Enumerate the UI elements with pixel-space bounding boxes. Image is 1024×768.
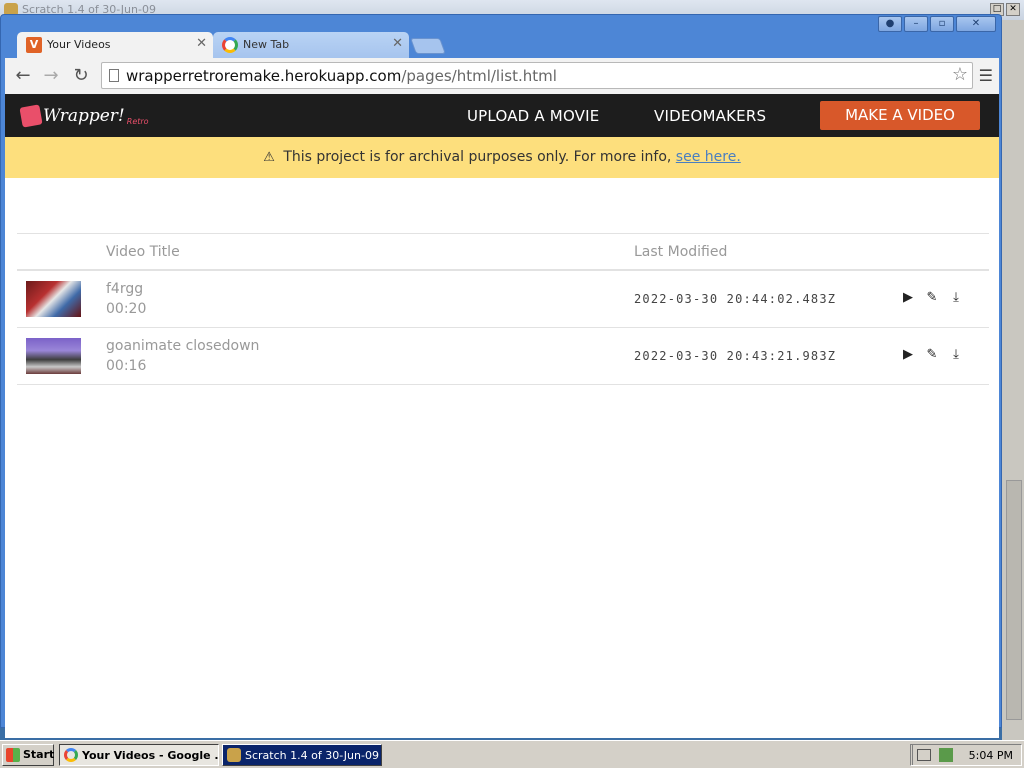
keyboard-icon[interactable] xyxy=(917,749,931,761)
tab-label: Your Videos xyxy=(47,38,111,51)
row-actions: ▶ ✎ ⤓ xyxy=(900,290,964,305)
close-button[interactable]: ✕ xyxy=(956,16,996,32)
background-window-body xyxy=(1002,20,1024,740)
windows-flag-icon xyxy=(6,748,20,762)
start-button[interactable]: Start xyxy=(2,744,54,766)
site-navbar: Wrapper! Retro UPLOAD A MOVIE VIDEOMAKER… xyxy=(5,94,999,137)
background-scrollbar[interactable] xyxy=(1006,480,1022,720)
tab-strip: V Your Videos ✕ New Tab ✕ xyxy=(9,32,989,58)
taskbar-item-scratch[interactable]: Scratch 1.4 of 30-Jun-09 xyxy=(222,744,382,766)
clock[interactable]: 5:04 PM xyxy=(969,749,1013,762)
bookmark-star-icon[interactable]: ☆ xyxy=(952,64,968,85)
browser-window: ● – ▫ ✕ V Your Videos ✕ New Tab ✕ ← → ↻ … xyxy=(0,14,1002,738)
network-icon[interactable] xyxy=(939,748,953,762)
edit-pencil-icon[interactable]: ✎ xyxy=(924,290,940,305)
video-duration: 00:16 xyxy=(106,358,147,374)
play-icon[interactable]: ▶ xyxy=(900,290,916,305)
back-arrow-icon[interactable]: ← xyxy=(11,64,35,88)
nav-upload-movie[interactable]: UPLOAD A MOVIE xyxy=(467,107,599,125)
start-label: Start xyxy=(23,748,55,761)
taskbar-item-label: Scratch 1.4 of 30-Jun-09 xyxy=(245,749,379,762)
download-icon[interactable]: ⤓ xyxy=(948,347,964,362)
row-actions: ▶ ✎ ⤓ xyxy=(900,347,964,362)
tab-your-videos[interactable]: V Your Videos ✕ xyxy=(17,32,213,58)
taskbar-item-label: Your Videos - Google ... xyxy=(82,749,219,762)
address-bar[interactable]: wrapperretroremake.herokuapp.com/pages/h… xyxy=(101,62,973,89)
taskbar-item-chrome[interactable]: Your Videos - Google ... xyxy=(59,744,219,766)
system-tray: 5:04 PM xyxy=(910,744,1022,766)
reload-icon[interactable]: ↻ xyxy=(69,64,93,88)
minimize-button[interactable]: – xyxy=(904,16,928,32)
logo-mark-icon xyxy=(19,104,43,128)
warning-icon: ⚠ xyxy=(263,150,275,165)
page-viewport: Wrapper! Retro UPLOAD A MOVIE VIDEOMAKER… xyxy=(5,94,999,738)
table-row: f4rgg 00:20 2022-03-30 20:44:02.483Z ▶ ✎… xyxy=(17,271,989,328)
tab-close-icon[interactable]: ✕ xyxy=(392,36,403,51)
taskbar: Start Your Videos - Google ... Scratch 1… xyxy=(0,740,1024,768)
google-favicon-icon xyxy=(222,37,238,53)
tab-new-tab[interactable]: New Tab ✕ xyxy=(213,32,409,58)
window-controls: ● – ▫ ✕ xyxy=(878,16,996,32)
forward-arrow-icon[interactable]: → xyxy=(39,64,63,88)
download-icon[interactable]: ⤓ xyxy=(948,290,964,305)
video-title[interactable]: goanimate closedown xyxy=(106,338,259,354)
banner-text: This project is for archival purposes on… xyxy=(283,149,672,165)
video-modified: 2022-03-30 20:43:21.983Z xyxy=(634,349,837,363)
url-path: /pages/html/list.html xyxy=(401,67,557,85)
logo-subtext: Retro xyxy=(126,116,149,126)
chrome-icon xyxy=(64,748,78,762)
profile-icon[interactable]: ● xyxy=(878,16,902,32)
wrapper-favicon-icon: V xyxy=(26,37,42,53)
video-thumbnail[interactable] xyxy=(26,338,81,374)
table-header: Video Title Last Modified xyxy=(17,233,989,271)
page-icon xyxy=(109,69,119,82)
wrapper-logo[interactable]: Wrapper! Retro xyxy=(19,103,149,129)
scratch-icon xyxy=(227,748,241,762)
new-tab-button[interactable] xyxy=(410,38,446,54)
column-last-modified: Last Modified xyxy=(634,244,728,260)
edit-pencil-icon[interactable]: ✎ xyxy=(924,347,940,362)
video-modified: 2022-03-30 20:44:02.483Z xyxy=(634,292,837,306)
logo-text: Wrapper! xyxy=(43,106,125,126)
url-host: wrapperretroremake.herokuapp.com xyxy=(126,67,402,85)
archival-banner: ⚠ This project is for archival purposes … xyxy=(5,137,999,178)
tab-close-icon[interactable]: ✕ xyxy=(196,36,207,51)
banner-link[interactable]: see here. xyxy=(676,149,741,165)
column-video-title: Video Title xyxy=(106,244,180,260)
video-title[interactable]: f4rgg xyxy=(106,281,143,297)
video-duration: 00:20 xyxy=(106,301,147,317)
nav-videomakers[interactable]: VIDEOMAKERS xyxy=(654,107,766,125)
background-close-icon[interactable]: ✕ xyxy=(1006,3,1020,16)
maximize-button[interactable]: ▫ xyxy=(930,16,954,32)
video-thumbnail[interactable] xyxy=(26,281,81,317)
browser-toolbar: ← → ↻ wrapperretroremake.herokuapp.com/p… xyxy=(5,58,999,94)
tab-label: New Tab xyxy=(243,38,290,51)
chrome-menu-icon[interactable]: ☰ xyxy=(979,66,993,85)
table-row: goanimate closedown 00:16 2022-03-30 20:… xyxy=(17,328,989,385)
make-a-video-button[interactable]: MAKE A VIDEO xyxy=(820,101,980,130)
video-table: Video Title Last Modified f4rgg 00:20 20… xyxy=(17,233,989,385)
play-icon[interactable]: ▶ xyxy=(900,347,916,362)
